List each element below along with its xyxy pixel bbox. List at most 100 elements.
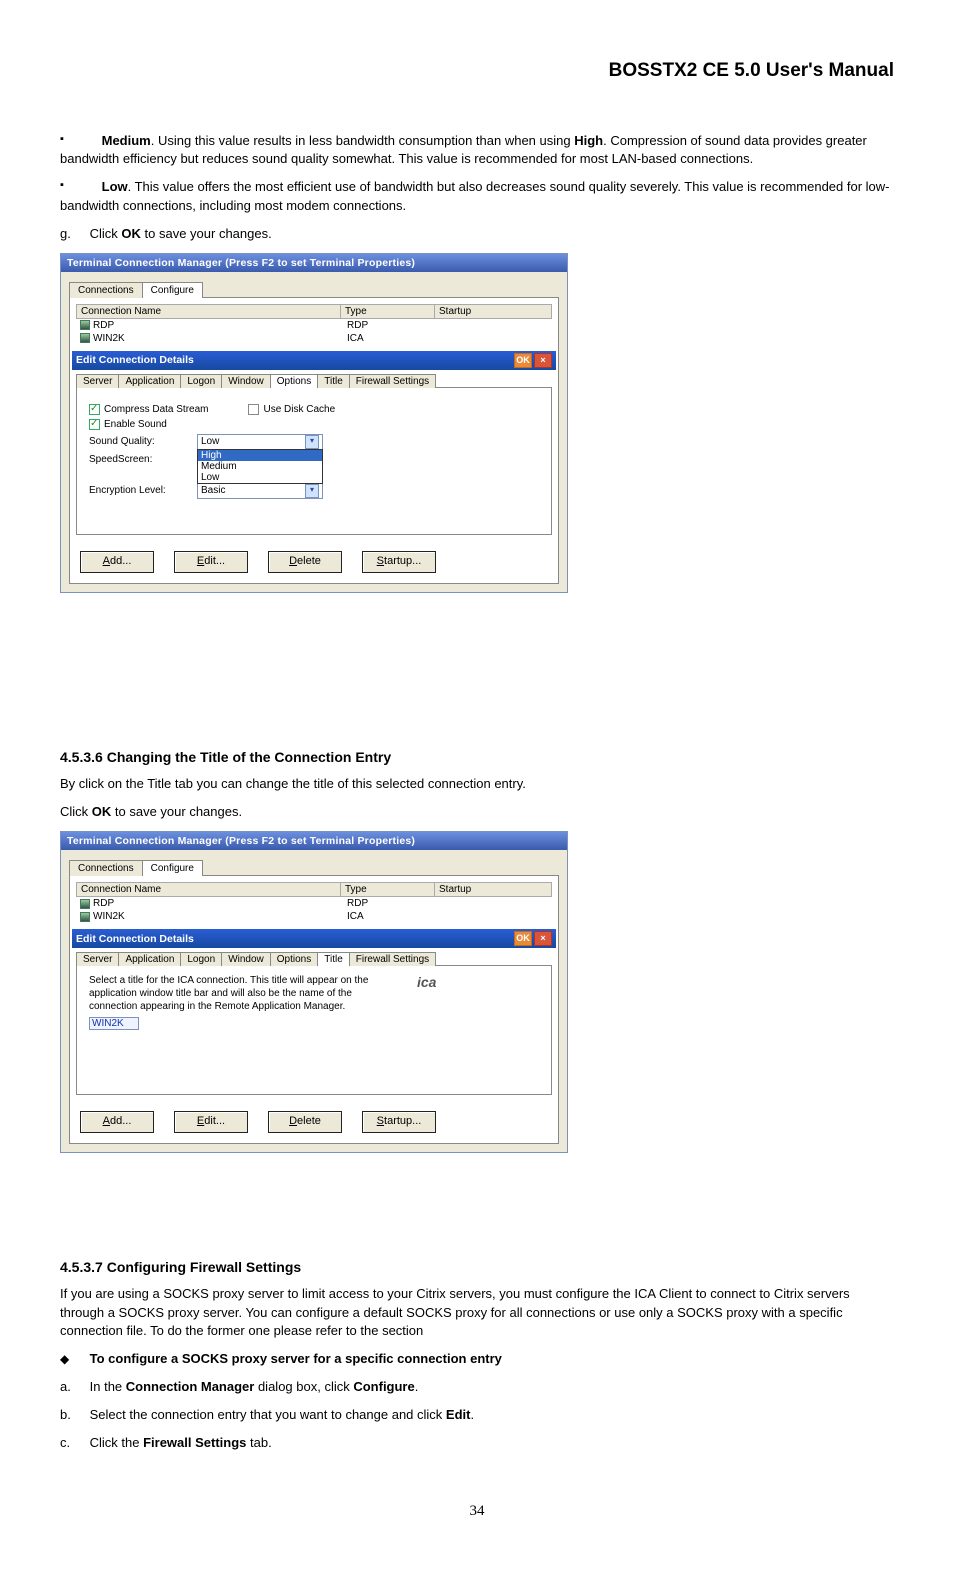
p2-text-a: Click (60, 804, 92, 819)
dropdown-item-high[interactable]: High (198, 450, 322, 461)
table-row[interactable]: WIN2K ICA (76, 332, 552, 345)
edit-button[interactable]: Edit... (174, 551, 248, 573)
row-type: ICA (343, 332, 436, 345)
tab-logon[interactable]: Logon (180, 374, 222, 388)
checkbox-cache-row[interactable]: Use Disk Cache (248, 404, 335, 415)
monitor-icon (80, 912, 90, 922)
tab-firewall-settings[interactable]: Firewall Settings (349, 374, 436, 388)
startup-button[interactable]: Startup... (362, 551, 436, 573)
low-text: . This value offers the most efficient u… (60, 179, 890, 212)
dialog-ok-button[interactable]: OK (514, 353, 532, 368)
tab-options[interactable]: Options (270, 952, 318, 966)
tab-title[interactable]: Title (317, 952, 350, 966)
dialog-title-text: Edit Connection Details (76, 354, 194, 366)
dropdown-value: Basic (201, 485, 225, 496)
col-connection-name[interactable]: Connection Name (76, 882, 340, 897)
encryption-label: Encryption Level: (89, 485, 181, 496)
tab-options[interactable]: Options (270, 374, 318, 388)
encryption-dropdown[interactable]: Basic ▾ (197, 483, 323, 499)
dropdown-item-low[interactable]: Low (198, 472, 322, 483)
tab-application[interactable]: Application (118, 952, 181, 966)
outer-tab-panel: Connection Name Type Startup RDP RDP WIN… (69, 297, 559, 584)
chevron-down-icon[interactable]: ▾ (305, 435, 319, 449)
table-row[interactable]: RDP RDP (76, 897, 552, 910)
btn-text: tartup... (384, 555, 421, 567)
tab-title[interactable]: Title (317, 374, 350, 388)
paragraph-medium: ▪ Medium. Using this value results in le… (60, 132, 894, 168)
startup-button[interactable]: Startup... (362, 1111, 436, 1133)
title-description: Select a title for the ICA connection. T… (89, 974, 399, 1013)
dialog-title-text: Edit Connection Details (76, 933, 194, 945)
tab-server[interactable]: Server (76, 374, 119, 388)
checkbox-sound-row[interactable]: Enable Sound (89, 419, 539, 430)
title-panel: Select a title for the ICA connection. T… (76, 965, 552, 1095)
tab-firewall-settings[interactable]: Firewall Settings (349, 952, 436, 966)
c-fw: Firewall Settings (143, 1435, 246, 1450)
checkbox-cache-label: Use Disk Cache (263, 404, 335, 415)
button-row: Add... Edit... Delete Startup... (80, 551, 548, 573)
tab-configure[interactable]: Configure (142, 860, 203, 876)
table-row[interactable]: WIN2K ICA (76, 910, 552, 923)
tab-connections[interactable]: Connections (69, 282, 143, 298)
table-row[interactable]: RDP RDP (76, 319, 552, 332)
step-letter-a: a. (60, 1378, 86, 1396)
window: Terminal Connection Manager (Press F2 to… (60, 253, 568, 593)
col-startup[interactable]: Startup (434, 882, 552, 897)
figure-title-dialog: Terminal Connection Manager (Press F2 to… (60, 831, 894, 1153)
window: Terminal Connection Manager (Press F2 to… (60, 831, 568, 1153)
delete-button[interactable]: Delete (268, 1111, 342, 1133)
edit-button[interactable]: Edit... (174, 1111, 248, 1133)
monitor-icon (80, 320, 90, 330)
sound-quality-label: Sound Quality: (89, 436, 181, 447)
row-name: RDP (93, 898, 114, 909)
step-g: g. Click OK to save your changes. (60, 225, 894, 243)
col-type[interactable]: Type (340, 882, 434, 897)
window-titlebar: Terminal Connection Manager (Press F2 to… (61, 832, 567, 850)
p2-ok: OK (92, 804, 112, 819)
monitor-icon (80, 899, 90, 909)
high-label: High (574, 133, 603, 148)
col-type[interactable]: Type (340, 304, 434, 319)
checkbox-compress-label: Compress Data Stream (104, 404, 208, 415)
dialog-close-button[interactable]: × (534, 353, 552, 368)
medium-text-1: . Using this value results in less bandw… (151, 133, 574, 148)
checkbox-icon[interactable] (248, 404, 259, 415)
add-button[interactable]: Add... (80, 551, 154, 573)
col-connection-name[interactable]: Connection Name (76, 304, 340, 319)
tab-application[interactable]: Application (118, 374, 181, 388)
tab-configure[interactable]: Configure (142, 282, 203, 298)
tab-server[interactable]: Server (76, 952, 119, 966)
tab-window[interactable]: Window (221, 374, 271, 388)
delete-button[interactable]: Delete (268, 551, 342, 573)
chevron-down-icon[interactable]: ▾ (305, 484, 319, 498)
title-input[interactable]: WIN2K (89, 1017, 139, 1030)
section-heading-firewall: 4.5.3.7 Configuring Firewall Settings (60, 1259, 894, 1275)
step-g-ok: OK (121, 226, 141, 241)
outer-tabs: ConnectionsConfigure (61, 850, 567, 876)
tab-window[interactable]: Window (221, 952, 271, 966)
tab-logon[interactable]: Logon (180, 952, 222, 966)
col-startup[interactable]: Startup (434, 304, 552, 319)
medium-label: Medium (102, 133, 151, 148)
sound-quality-row: Sound Quality: Low ▾ High Medium Low (89, 434, 539, 450)
step-c: c. Click the Firewall Settings tab. (60, 1434, 894, 1452)
checkbox-compress-row[interactable]: Compress Data Stream (89, 404, 208, 415)
dropdown-item-medium[interactable]: Medium (198, 461, 322, 472)
step-g-text-2: to save your changes. (141, 226, 272, 241)
add-button[interactable]: Add... (80, 1111, 154, 1133)
section-heading-title: 4.5.3.6 Changing the Title of the Connec… (60, 749, 894, 765)
edit-connection-titlebar: Edit Connection Details OK × (72, 929, 556, 948)
sound-quality-dropdown[interactable]: Low ▾ (197, 434, 323, 450)
checkbox-icon[interactable] (89, 419, 100, 430)
row-type: RDP (343, 897, 436, 910)
checkbox-icon[interactable] (89, 404, 100, 415)
connection-table-header: Connection Name Type Startup (76, 882, 552, 897)
dialog-close-button[interactable]: × (534, 931, 552, 946)
btn-text: dit... (204, 1115, 225, 1127)
monitor-icon (80, 333, 90, 343)
paragraph-low: ▪ Low. This value offers the most effici… (60, 178, 894, 214)
tab-connections[interactable]: Connections (69, 860, 143, 876)
dialog-ok-button[interactable]: OK (514, 931, 532, 946)
a-dot: . (415, 1379, 419, 1394)
row-name: WIN2K (93, 333, 125, 344)
